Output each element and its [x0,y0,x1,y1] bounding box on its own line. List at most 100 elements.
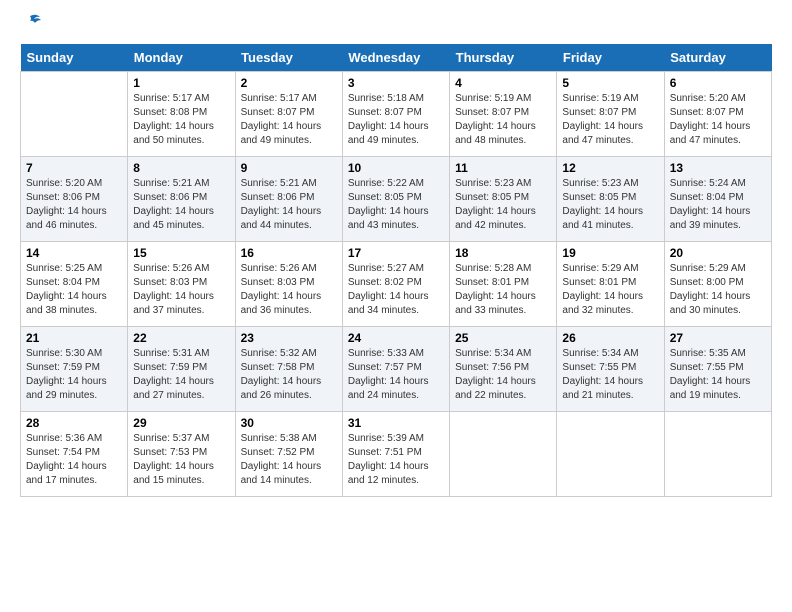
calendar-cell: 9 Sunrise: 5:21 AMSunset: 8:06 PMDaylight… [235,157,342,242]
day-number: 21 [26,331,122,345]
calendar-cell: 31Sunrise: 5:39 AMSunset: 7:51 PMDayligh… [342,412,449,497]
calendar-table: SundayMondayTuesdayWednesdayThursdayFrid… [20,44,772,497]
calendar-cell [450,412,557,497]
day-info: Sunrise: 5:33 AMSunset: 7:57 PMDaylight:… [348,347,444,403]
weekday-header-wednesday: Wednesday [342,44,449,72]
page-header [20,20,772,34]
calendar-cell: 16 Sunrise: 5:26 AMSunset: 8:03 PMDayligh… [235,242,342,327]
day-info: Sunrise: 5:17 AMSunset: 8:08 PMDaylight:… [133,92,229,148]
calendar-cell: 13 Sunrise: 5:24 AMSunset: 8:04 PMDayligh… [664,157,771,242]
calendar-week-5: 28 Sunrise: 5:36 AMSunset: 7:54 PMDayligh… [21,412,772,497]
day-info: Sunrise: 5:25 AMSunset: 8:04 PMDaylight:… [26,262,122,318]
day-number: 9 [241,161,337,175]
day-info: Sunrise: 5:30 AMSunset: 7:59 PMDaylight:… [26,347,122,403]
calendar-cell: 19 Sunrise: 5:29 AMSunset: 8:01 PMDayligh… [557,242,664,327]
day-number: 26 [562,331,658,345]
logo [20,20,44,34]
day-info: Sunrise: 5:34 AMSunset: 7:56 PMDaylight:… [455,347,551,403]
day-info: Sunrise: 5:29 AMSunset: 8:00 PMDaylight:… [670,262,766,318]
day-number: 24 [348,331,444,345]
day-number: 25 [455,331,551,345]
day-number: 4 [455,76,551,90]
day-info: Sunrise: 5:37 AMSunset: 7:53 PMDaylight:… [133,432,229,488]
day-info: Sunrise: 5:32 AMSunset: 7:58 PMDaylight:… [241,347,337,403]
calendar-cell: 5 Sunrise: 5:19 AMSunset: 8:07 PMDaylight… [557,72,664,157]
day-number: 2 [241,76,337,90]
calendar-cell: 25 Sunrise: 5:34 AMSunset: 7:56 PMDayligh… [450,327,557,412]
day-info: Sunrise: 5:26 AMSunset: 8:03 PMDaylight:… [241,262,337,318]
calendar-cell: 11 Sunrise: 5:23 AMSunset: 8:05 PMDayligh… [450,157,557,242]
day-info: Sunrise: 5:24 AMSunset: 8:04 PMDaylight:… [670,177,766,233]
day-info: Sunrise: 5:26 AMSunset: 8:03 PMDaylight:… [133,262,229,318]
calendar-week-4: 21 Sunrise: 5:30 AMSunset: 7:59 PMDayligh… [21,327,772,412]
calendar-header-row: SundayMondayTuesdayWednesdayThursdayFrid… [21,44,772,72]
day-number: 13 [670,161,766,175]
day-number: 15 [133,246,229,260]
day-number: 12 [562,161,658,175]
weekday-header-monday: Monday [128,44,235,72]
calendar-cell [557,412,664,497]
day-number: 22 [133,331,229,345]
calendar-cell: 12 Sunrise: 5:23 AMSunset: 8:05 PMDayligh… [557,157,664,242]
day-number: 3 [348,76,444,90]
calendar-cell: 23 Sunrise: 5:32 AMSunset: 7:58 PMDayligh… [235,327,342,412]
day-number: 14 [26,246,122,260]
day-number: 8 [133,161,229,175]
calendar-cell: 17 Sunrise: 5:27 AMSunset: 8:02 PMDayligh… [342,242,449,327]
day-number: 7 [26,161,122,175]
day-info: Sunrise: 5:23 AMSunset: 8:05 PMDaylight:… [562,177,658,233]
day-number: 16 [241,246,337,260]
day-number: 6 [670,76,766,90]
day-number: 31 [348,416,444,430]
calendar-cell: 29 Sunrise: 5:37 AMSunset: 7:53 PMDayligh… [128,412,235,497]
calendar-cell [21,72,128,157]
day-info: Sunrise: 5:21 AMSunset: 8:06 PMDaylight:… [241,177,337,233]
calendar-week-2: 7Sunrise: 5:20 AMSunset: 8:06 PMDaylight… [21,157,772,242]
calendar-cell: 3 Sunrise: 5:18 AMSunset: 8:07 PMDaylight… [342,72,449,157]
day-number: 27 [670,331,766,345]
weekday-header-thursday: Thursday [450,44,557,72]
day-number: 30 [241,416,337,430]
day-number: 29 [133,416,229,430]
day-info: Sunrise: 5:35 AMSunset: 7:55 PMDaylight:… [670,347,766,403]
day-info: Sunrise: 5:29 AMSunset: 8:01 PMDaylight:… [562,262,658,318]
calendar-cell: 2 Sunrise: 5:17 AMSunset: 8:07 PMDaylight… [235,72,342,157]
day-number: 19 [562,246,658,260]
day-number: 17 [348,246,444,260]
calendar-cell: 22 Sunrise: 5:31 AMSunset: 7:59 PMDayligh… [128,327,235,412]
calendar-week-1: 1Sunrise: 5:17 AMSunset: 8:08 PMDaylight… [21,72,772,157]
day-number: 28 [26,416,122,430]
day-info: Sunrise: 5:31 AMSunset: 7:59 PMDaylight:… [133,347,229,403]
calendar-week-3: 14 Sunrise: 5:25 AMSunset: 8:04 PMDayligh… [21,242,772,327]
day-info: Sunrise: 5:19 AMSunset: 8:07 PMDaylight:… [562,92,658,148]
day-number: 23 [241,331,337,345]
day-info: Sunrise: 5:23 AMSunset: 8:05 PMDaylight:… [455,177,551,233]
calendar-cell: 6Sunrise: 5:20 AMSunset: 8:07 PMDaylight… [664,72,771,157]
calendar-cell: 30Sunrise: 5:38 AMSunset: 7:52 PMDayligh… [235,412,342,497]
calendar-cell: 21 Sunrise: 5:30 AMSunset: 7:59 PMDayligh… [21,327,128,412]
calendar-cell: 27 Sunrise: 5:35 AMSunset: 7:55 PMDayligh… [664,327,771,412]
calendar-cell: 14 Sunrise: 5:25 AMSunset: 8:04 PMDayligh… [21,242,128,327]
calendar-cell: 15 Sunrise: 5:26 AMSunset: 8:03 PMDayligh… [128,242,235,327]
day-number: 5 [562,76,658,90]
calendar-cell: 24 Sunrise: 5:33 AMSunset: 7:57 PMDayligh… [342,327,449,412]
weekday-header-tuesday: Tuesday [235,44,342,72]
calendar-cell: 7Sunrise: 5:20 AMSunset: 8:06 PMDaylight… [21,157,128,242]
day-info: Sunrise: 5:19 AMSunset: 8:07 PMDaylight:… [455,92,551,148]
day-info: Sunrise: 5:21 AMSunset: 8:06 PMDaylight:… [133,177,229,233]
day-number: 11 [455,161,551,175]
calendar-cell [664,412,771,497]
calendar-cell: 18Sunrise: 5:28 AMSunset: 8:01 PMDayligh… [450,242,557,327]
weekday-header-saturday: Saturday [664,44,771,72]
day-info: Sunrise: 5:17 AMSunset: 8:07 PMDaylight:… [241,92,337,148]
calendar-cell: 1Sunrise: 5:17 AMSunset: 8:08 PMDaylight… [128,72,235,157]
day-info: Sunrise: 5:36 AMSunset: 7:54 PMDaylight:… [26,432,122,488]
day-info: Sunrise: 5:18 AMSunset: 8:07 PMDaylight:… [348,92,444,148]
calendar-cell: 20 Sunrise: 5:29 AMSunset: 8:00 PMDayligh… [664,242,771,327]
calendar-cell: 4 Sunrise: 5:19 AMSunset: 8:07 PMDaylight… [450,72,557,157]
calendar-cell: 10Sunrise: 5:22 AMSunset: 8:05 PMDayligh… [342,157,449,242]
day-number: 18 [455,246,551,260]
day-number: 20 [670,246,766,260]
day-info: Sunrise: 5:22 AMSunset: 8:05 PMDaylight:… [348,177,444,233]
day-info: Sunrise: 5:27 AMSunset: 8:02 PMDaylight:… [348,262,444,318]
